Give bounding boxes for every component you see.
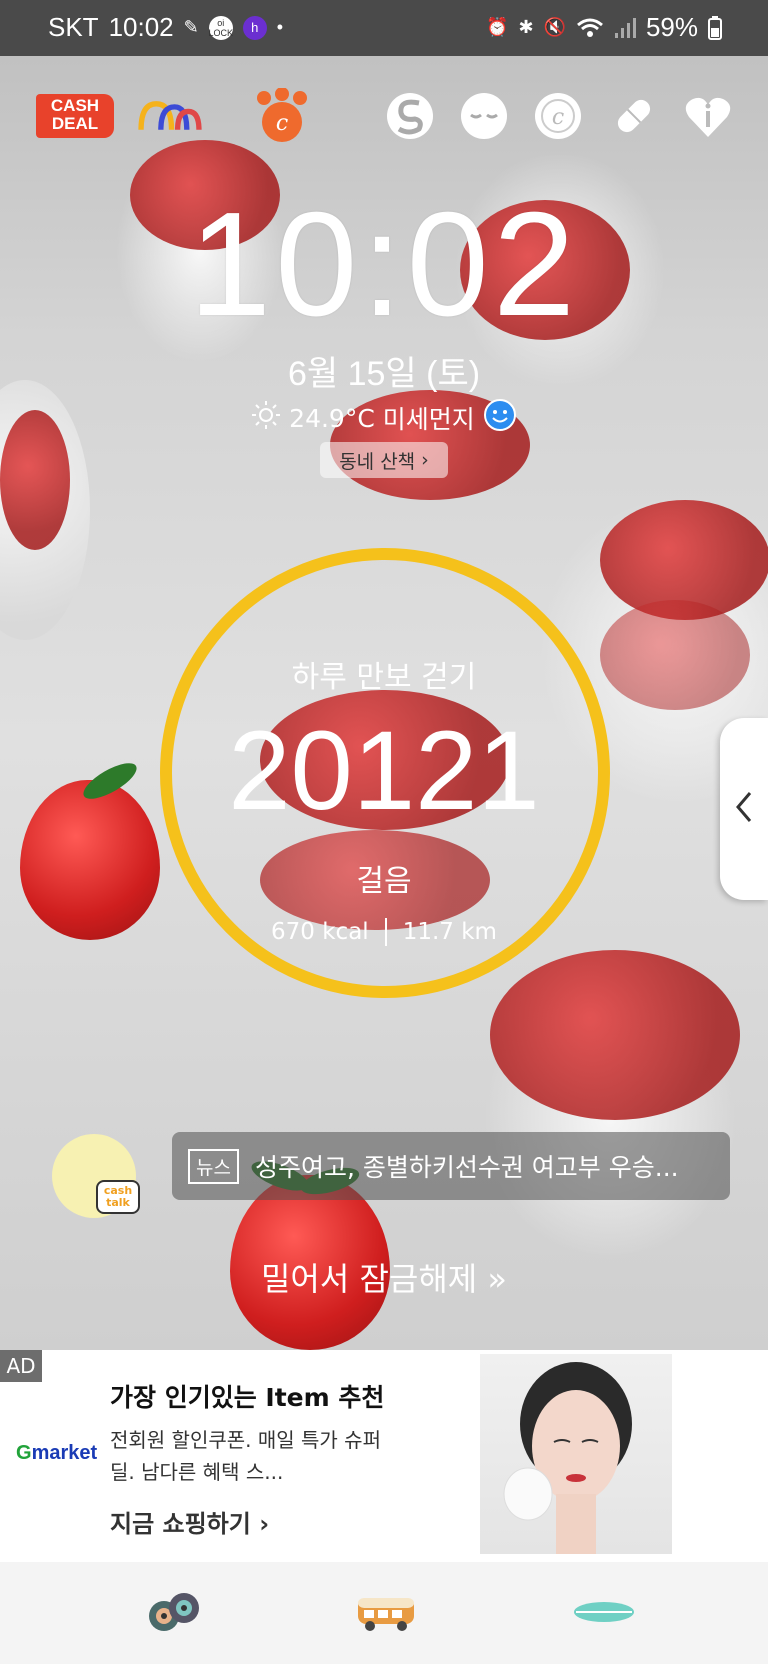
s-swirl-app-icon[interactable] bbox=[378, 88, 442, 144]
pill-app-icon[interactable] bbox=[602, 88, 666, 144]
step-stats: 670 kcal 11.7 km bbox=[0, 918, 768, 946]
ad-title[interactable]: 가장 인기있는 Item 추천 bbox=[110, 1378, 384, 1414]
signal-icon bbox=[614, 17, 636, 39]
news-tag: 뉴스 bbox=[188, 1148, 239, 1184]
chevron-right-icon: › bbox=[421, 449, 429, 471]
sleeping-face-app-icon[interactable] bbox=[452, 88, 516, 144]
sun-icon bbox=[251, 400, 281, 436]
pen-icon: ✎ bbox=[183, 17, 199, 37]
carrier-label: SKT bbox=[48, 12, 99, 42]
h-app-icon: h bbox=[242, 15, 267, 40]
distance-value: 11.7 km bbox=[402, 919, 497, 945]
unlock-label: 밀어서 잠금해제 bbox=[260, 1260, 478, 1298]
neighborhood-walk-button[interactable]: 동네 산책 › bbox=[320, 442, 448, 478]
alarm-icon: ⏰ bbox=[486, 17, 509, 37]
bluetooth-icon: ✱ bbox=[518, 17, 534, 37]
notification-dot-icon: • bbox=[276, 17, 284, 37]
surfboard-icon[interactable] bbox=[564, 1582, 644, 1642]
side-panel-handle[interactable] bbox=[720, 718, 768, 900]
colorful-arches-app-icon[interactable] bbox=[138, 88, 202, 144]
step-count: 20121 bbox=[228, 708, 540, 833]
steps-unit: 걸음 bbox=[356, 864, 412, 899]
chevron-left-icon bbox=[734, 790, 754, 828]
svg-text:c: c bbox=[276, 111, 288, 136]
paw-coin-app-icon[interactable]: c bbox=[250, 88, 314, 144]
oilock-icon: oi LOCK bbox=[208, 15, 234, 40]
mute-icon: 🔇 bbox=[543, 17, 566, 37]
news-headline: 성주여고, 종별하키선수권 여고부 우승... bbox=[254, 1153, 679, 1182]
svg-text:c: c bbox=[552, 105, 564, 130]
cashtalk-tag: cash talk bbox=[96, 1180, 140, 1214]
cash-deal-app-icon[interactable]: CASH DEAL bbox=[36, 94, 114, 138]
coin-c-app-icon[interactable]: c bbox=[526, 88, 590, 144]
ad-model-photo[interactable] bbox=[480, 1354, 672, 1554]
swipe-to-unlock[interactable]: 밀어서 잠금해제 » bbox=[0, 1254, 768, 1300]
smiley-face-icon bbox=[483, 398, 517, 438]
lockscreen-clock: 10:02 bbox=[188, 182, 580, 347]
temperature: 24.9°C bbox=[289, 403, 375, 433]
ad-cta-button[interactable]: 지금 쇼핑하기 › bbox=[110, 1504, 269, 1539]
battery-percent: 59% bbox=[645, 12, 698, 42]
chevron-right-icon: › bbox=[259, 1510, 270, 1538]
gmarket-logo: Gmarket bbox=[16, 1442, 98, 1464]
wifi-icon bbox=[576, 17, 604, 39]
van-icon[interactable] bbox=[346, 1582, 426, 1642]
ad-label: AD bbox=[0, 1350, 42, 1382]
walk-button-label: 동네 산책 bbox=[339, 450, 416, 473]
news-ticker[interactable]: 뉴스 성주여고, 종별하키선수권 여고부 우승... bbox=[172, 1132, 730, 1200]
air-quality-label: 미세먼지 bbox=[382, 405, 475, 434]
steps-title: 하루 만보 걷기 bbox=[291, 660, 477, 695]
cashtalk-button[interactable]: cash talk bbox=[52, 1134, 140, 1218]
ad-description: 전회원 할인쿠폰. 매일 특가 슈퍼딜. 남다른 혜택 스... bbox=[110, 1428, 381, 1484]
heart-info-app-icon[interactable] bbox=[676, 88, 740, 144]
status-time: 10:02 bbox=[108, 12, 174, 42]
bottom-navigation bbox=[0, 1562, 768, 1664]
lockscreen-date: 6월 15일 (토) bbox=[287, 355, 481, 393]
stats-divider bbox=[384, 918, 387, 946]
kcal-value: 670 kcal bbox=[271, 919, 369, 945]
status-bar: SKT 10:02 ✎ oi LOCK h • ⏰ ✱ 🔇 59% bbox=[0, 0, 768, 56]
battery-icon bbox=[708, 15, 722, 40]
double-chevron-right-icon: » bbox=[487, 1260, 507, 1298]
ad-cta-label: 지금 쇼핑하기 bbox=[110, 1510, 251, 1538]
camera-reels-icon[interactable] bbox=[134, 1582, 214, 1642]
weather-row: 24.9°C 미세먼지 bbox=[0, 398, 768, 438]
